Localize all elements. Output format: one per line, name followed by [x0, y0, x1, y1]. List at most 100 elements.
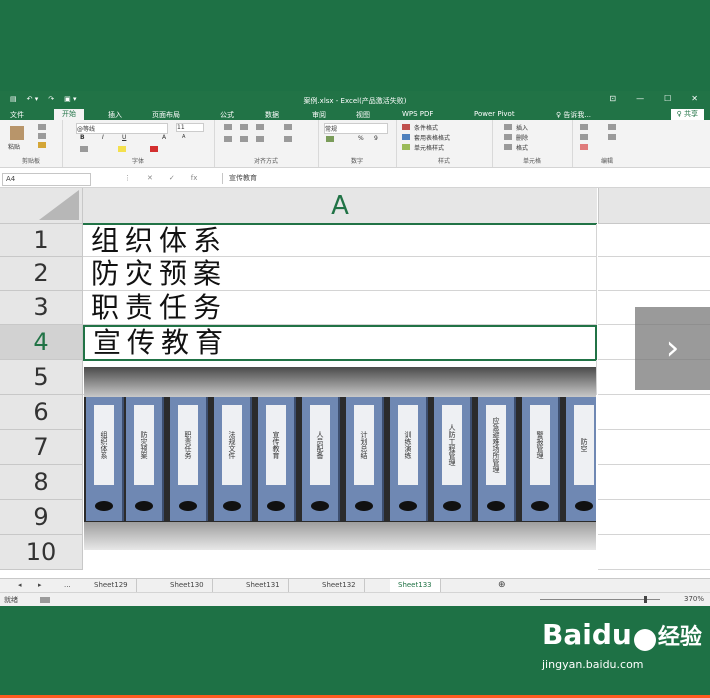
cell-a3[interactable]: 职责任务 [83, 291, 597, 325]
clear-icon[interactable] [580, 144, 588, 150]
share-button[interactable]: ♀ 共享 [670, 109, 704, 120]
cell-b1[interactable] [598, 224, 710, 257]
formula-input[interactable]: 宣传教育 [222, 173, 709, 184]
paste-label[interactable]: 粘贴 [8, 142, 20, 151]
tab-power-pivot[interactable]: Power Pivot [474, 110, 515, 118]
binder-label: 训练演练 [398, 405, 418, 485]
name-box[interactable]: A4 [2, 173, 91, 186]
paste-icon[interactable] [10, 126, 24, 140]
format-cells-button[interactable]: 格式 [516, 143, 528, 152]
cell-a4-active[interactable]: 宣传教育 [83, 325, 597, 361]
row-header[interactable]: 2 [0, 257, 83, 291]
cell-b7[interactable] [598, 430, 710, 465]
maximize-button[interactable]: ☐ [664, 94, 671, 103]
cell-b9[interactable] [598, 500, 710, 535]
format-as-table-button[interactable]: 套用表格格式 [414, 133, 450, 142]
tab-home[interactable]: 开始 [54, 109, 84, 120]
sheet-more[interactable]: ... [56, 579, 79, 592]
ribbon-display-icon[interactable]: ⊡ [609, 94, 616, 103]
cell-styles-icon [402, 144, 410, 150]
currency-icon[interactable] [326, 136, 334, 142]
align-middle-icon[interactable] [240, 124, 248, 130]
binder-shelf-photo[interactable]: 组织体系 防灾预案 职责任务 法规文件 宣传教育 人员配备 计划总结 训练演练 … [84, 367, 596, 550]
cell-a2[interactable]: 防灾预案 [83, 257, 597, 291]
sheet-tab[interactable]: Sheet129 [86, 579, 137, 592]
align-right-icon[interactable] [256, 136, 264, 142]
row-header[interactable]: 10 [0, 535, 83, 570]
bold-button[interactable]: B [80, 134, 85, 141]
autosum-icon[interactable] [580, 124, 588, 130]
sheet-tab[interactable]: Sheet132 [314, 579, 365, 592]
close-button[interactable]: ✕ [691, 94, 698, 103]
sort-filter-icon[interactable] [608, 124, 616, 130]
align-center-icon[interactable] [240, 136, 248, 142]
zoom-level[interactable]: 370% [684, 595, 704, 603]
align-left-icon[interactable] [224, 136, 232, 142]
row-header[interactable]: 3 [0, 291, 83, 325]
border-icon[interactable] [80, 146, 88, 152]
row-header[interactable]: 1 [0, 224, 83, 257]
tab-wps-pdf[interactable]: WPS PDF [402, 110, 433, 118]
minimize-button[interactable]: — [636, 94, 644, 103]
cell-b6[interactable] [598, 395, 710, 430]
comma-button[interactable]: 9 [374, 135, 378, 142]
row-header[interactable]: 5 [0, 360, 83, 395]
insert-cells-button[interactable]: 插入 [516, 123, 528, 132]
cell-a1[interactable]: 组织体系 [83, 224, 597, 257]
sheet-tab[interactable]: Sheet131 [238, 579, 289, 592]
number-format-select[interactable]: 常规 [324, 123, 388, 134]
tab-file[interactable]: 文件 [10, 110, 24, 120]
next-arrow-button[interactable]: › [635, 307, 710, 390]
italic-button[interactable]: I [102, 134, 104, 141]
row-header[interactable]: 8 [0, 465, 83, 500]
copy-icon[interactable] [38, 133, 46, 139]
zoom-slider-thumb[interactable] [644, 596, 647, 603]
cell-b8[interactable] [598, 465, 710, 500]
column-header-a[interactable]: A [83, 188, 597, 225]
cell-b2[interactable] [598, 257, 710, 291]
binder: 人员配备 [302, 397, 340, 521]
wrap-text-icon[interactable] [284, 124, 292, 130]
insert-function-icon[interactable]: fx [191, 174, 198, 182]
zoom-slider[interactable] [540, 599, 660, 600]
clipboard-group: 粘贴 剪贴板 [0, 120, 63, 167]
tab-review[interactable]: 审阅 [312, 110, 326, 120]
shrink-font-button[interactable]: A [182, 134, 185, 140]
find-select-icon[interactable] [608, 134, 616, 140]
font-color-icon[interactable] [150, 146, 158, 152]
row-header[interactable]: 7 [0, 430, 83, 465]
sheet-next-arrow[interactable]: ▸ [30, 579, 50, 592]
format-painter-icon[interactable] [38, 142, 46, 148]
merge-center-icon[interactable] [284, 136, 292, 142]
font-name-select[interactable]: @等线 [76, 123, 168, 134]
grow-font-button[interactable]: A [162, 134, 166, 141]
tab-data[interactable]: 数据 [265, 110, 279, 120]
tab-view[interactable]: 视图 [356, 110, 370, 120]
fill-color-icon[interactable] [118, 146, 126, 152]
conditional-format-button[interactable]: 条件格式 [414, 123, 438, 132]
tab-insert[interactable]: 插入 [108, 110, 122, 120]
tab-formulas[interactable]: 公式 [220, 110, 234, 120]
tab-page-layout[interactable]: 页面布局 [152, 110, 180, 120]
macro-record-icon[interactable] [40, 597, 50, 603]
delete-cells-button[interactable]: 删除 [516, 133, 528, 142]
align-bottom-icon[interactable] [256, 124, 264, 130]
row-header-selected[interactable]: 4 [0, 325, 83, 360]
cut-icon[interactable] [38, 124, 46, 130]
sheet-prev-arrow[interactable]: ◂ [10, 579, 30, 592]
align-top-icon[interactable] [224, 124, 232, 130]
sheet-tab[interactable]: Sheet130 [162, 579, 213, 592]
row-header[interactable]: 9 [0, 500, 83, 535]
font-size-select[interactable]: 11 [176, 123, 204, 132]
row-header[interactable]: 6 [0, 395, 83, 430]
enter-icon[interactable]: ✓ [169, 174, 175, 182]
percent-button[interactable]: % [358, 135, 364, 142]
cell-styles-button[interactable]: 单元格样式 [414, 143, 444, 152]
cancel-icon[interactable]: ✕ [147, 174, 153, 182]
cell-b10[interactable] [598, 535, 710, 570]
add-sheet-icon[interactable]: ⊕ [490, 579, 514, 592]
fill-icon[interactable] [580, 134, 588, 140]
select-all-corner[interactable] [0, 188, 83, 224]
underline-button[interactable]: U [122, 134, 126, 141]
tell-me-search[interactable]: ♀ 告诉我... [556, 110, 591, 120]
